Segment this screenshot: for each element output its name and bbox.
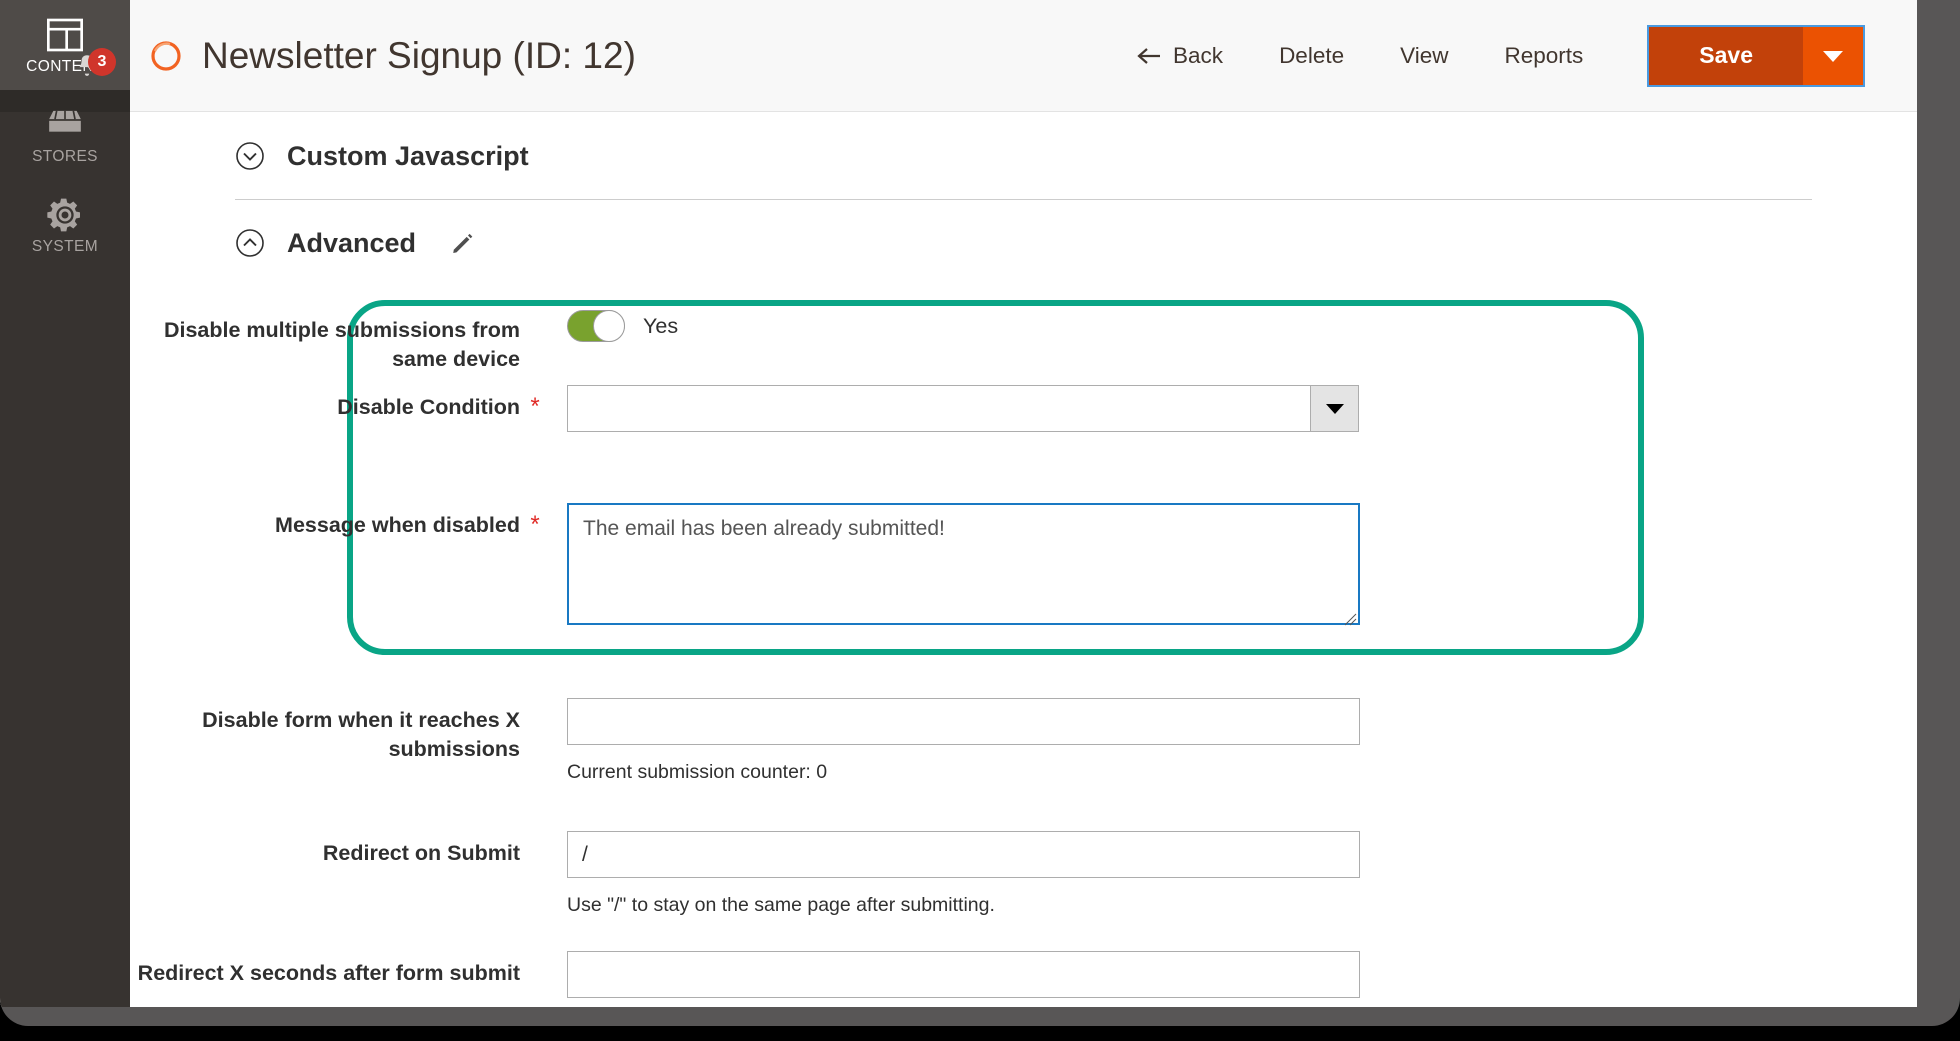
back-button[interactable]: Back [1108, 33, 1251, 79]
bell-wrap: 3 [74, 48, 116, 78]
page-title: Newsletter Signup (ID: 12) [202, 34, 636, 76]
caret-down-icon [1823, 50, 1843, 62]
back-button-label: Back [1173, 42, 1224, 68]
field-row-disable-condition: Disable Condition * [130, 385, 1359, 432]
page-header: Newsletter Signup (ID: 12) Back Delete V… [130, 0, 1917, 112]
redirect-on-submit-wrap: Use "/" to stay on the same page after s… [567, 831, 1360, 917]
gear-icon [47, 198, 80, 231]
sidebar-item-stores[interactable]: STORES [0, 90, 130, 180]
toggle-value-label: Yes [643, 313, 679, 338]
content-layout-icon [47, 18, 83, 51]
save-split-button: Save [1647, 24, 1865, 87]
toggle-control-wrap: Yes [567, 308, 678, 342]
chevron-up-circle-icon [236, 229, 264, 257]
page-title-block: Newsletter Signup (ID: 12) [148, 35, 636, 77]
disable-multiple-submissions-toggle[interactable] [567, 310, 625, 342]
message-textarea-wrap [567, 503, 1360, 630]
disable-condition-dropdown-toggle[interactable] [1311, 385, 1359, 432]
view-button[interactable]: View [1372, 33, 1476, 79]
sidebar-item-label: SYSTEM [31, 237, 99, 255]
required-asterisk: * [530, 393, 540, 420]
field-label: Disable form when it reaches X submissio… [202, 708, 520, 761]
sidebar-item-system[interactable]: SYSTEM [0, 180, 130, 270]
section-title: Custom Javascript [287, 140, 529, 171]
field-label: Disable multiple submissions from same d… [163, 318, 520, 371]
message-when-disabled-textarea[interactable] [567, 503, 1360, 625]
field-row-redirect-x-seconds: Redirect X seconds after form submit [130, 951, 1360, 998]
sidebar-item-content[interactable]: CONTENT 3 [0, 0, 130, 90]
field-label: Disable Condition [337, 395, 520, 419]
delete-button[interactable]: Delete [1251, 33, 1372, 79]
disable-after-x-submissions-input[interactable] [567, 698, 1360, 745]
form-content-area: Custom Javascript Advanced Disable multi… [130, 113, 1917, 1007]
redirect-hint: Use "/" to stay on the same page after s… [567, 894, 995, 916]
redirect-on-submit-input[interactable] [567, 831, 1360, 878]
disable-condition-select[interactable] [567, 385, 1359, 432]
browser-window-frame: CONTENT 3 STORES SYSTEM Newsletter Signu… [0, 0, 1960, 1026]
redirect-x-seconds-input[interactable] [567, 951, 1360, 998]
store-icon [49, 110, 81, 132]
orange-ring-icon [151, 40, 181, 71]
save-options-button[interactable] [1803, 26, 1863, 85]
disable-after-x-wrap: Current submission counter: 0 [567, 698, 1360, 784]
field-row-disable-multiple-submissions: Disable multiple submissions from same d… [130, 308, 678, 374]
caret-down-icon [1325, 403, 1344, 414]
chevron-down-circle-icon [236, 142, 264, 170]
field-row-disable-after-x-submissions: Disable form when it reaches X submissio… [130, 698, 1360, 784]
admin-sidebar: CONTENT 3 STORES SYSTEM [0, 0, 130, 1007]
page-viewport: CONTENT 3 STORES SYSTEM Newsletter Signu… [0, 0, 1917, 1007]
arrow-left-icon [1137, 47, 1161, 64]
section-title: Advanced [287, 227, 417, 258]
submission-counter-hint: Current submission counter: 0 [567, 761, 828, 783]
field-label: Message when disabled [275, 513, 520, 537]
section-header-custom-javascript[interactable]: Custom Javascript [130, 113, 1917, 199]
field-label: Redirect X seconds after form submit [137, 961, 520, 985]
disable-condition-select-value[interactable] [567, 385, 1311, 432]
notifications-indicator[interactable]: 3 [74, 48, 116, 78]
field-row-redirect-on-submit: Redirect on Submit Use "/" to stay on th… [130, 831, 1360, 917]
sidebar-item-label: STORES [32, 147, 98, 165]
field-label: Redirect on Submit [322, 841, 520, 865]
reports-button[interactable]: Reports [1476, 33, 1611, 79]
redirect-x-seconds-wrap [567, 951, 1360, 998]
save-button[interactable]: Save [1649, 26, 1803, 85]
required-asterisk: * [530, 511, 540, 538]
toggle-knob [593, 310, 625, 342]
pencil-icon[interactable] [450, 230, 476, 256]
notification-count-badge: 3 [88, 48, 116, 76]
field-row-message-when-disabled: Message when disabled * [130, 503, 1360, 630]
header-actions: Back Delete View Reports Save [1108, 24, 1917, 87]
section-header-advanced[interactable]: Advanced [130, 200, 1917, 286]
